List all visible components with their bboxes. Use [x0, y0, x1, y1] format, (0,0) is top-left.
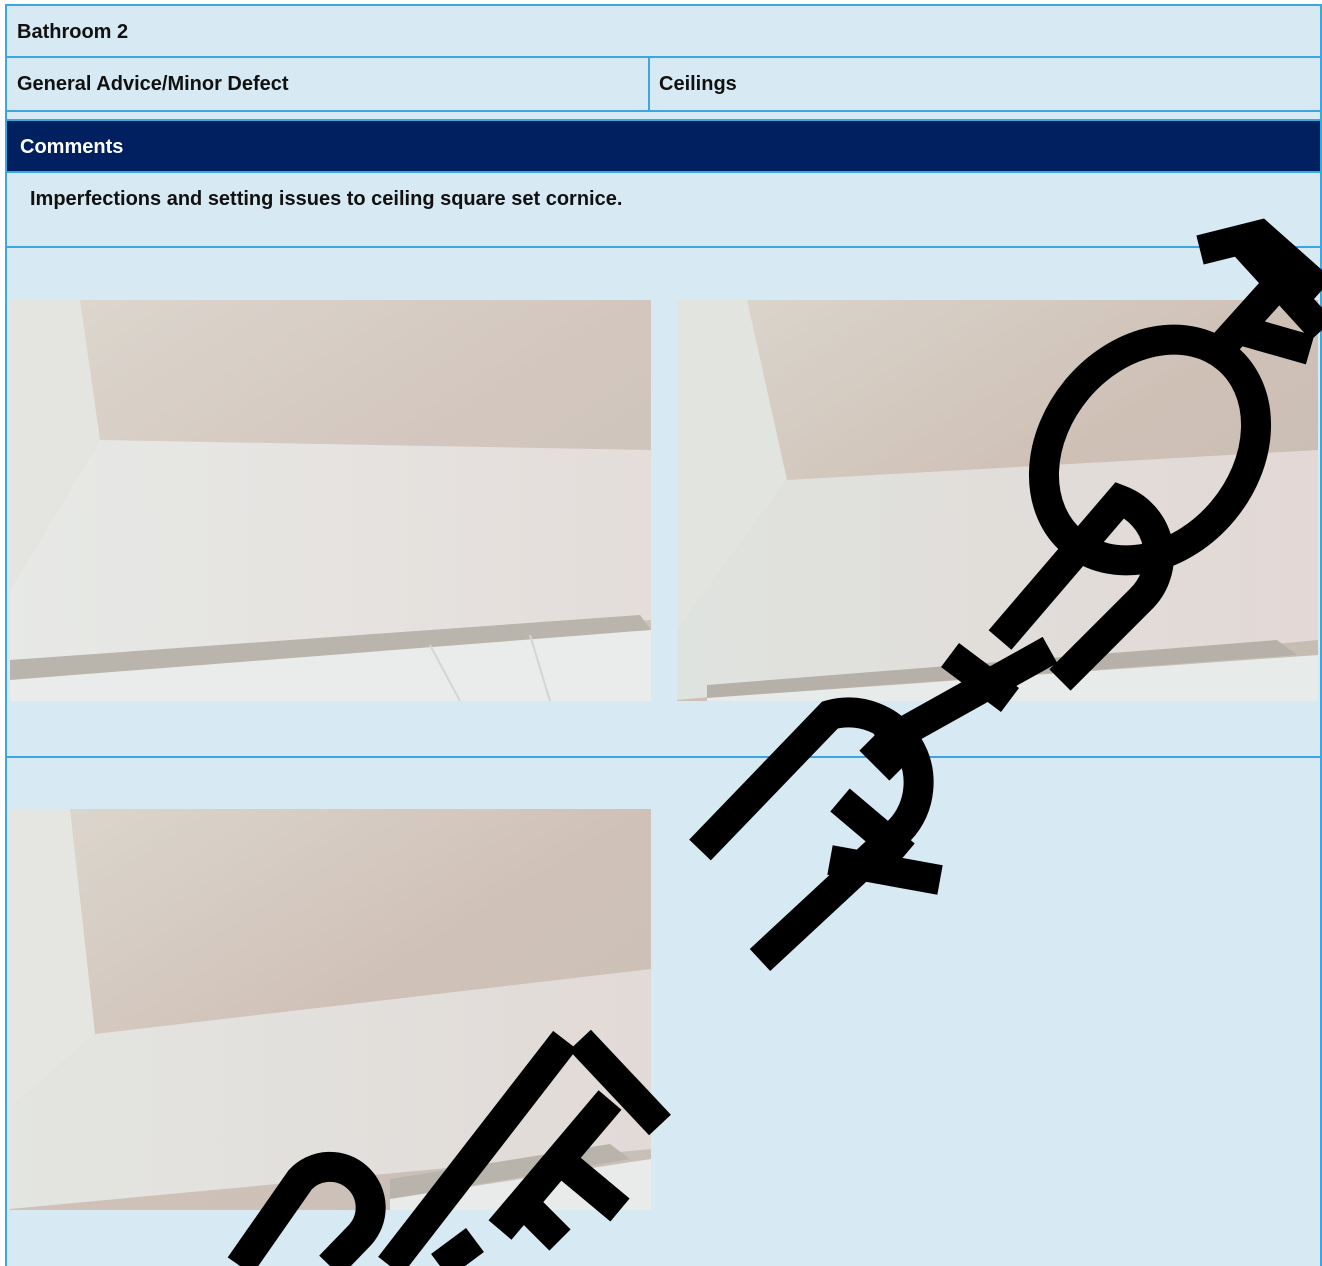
divider — [7, 56, 1320, 58]
comment-text: Imperfections and setting issues to ceil… — [30, 188, 623, 210]
divider — [7, 246, 1320, 248]
comments-heading: Comments — [20, 136, 124, 158]
divider — [7, 756, 1320, 758]
divider — [648, 58, 650, 112]
comments-header: Comments — [7, 119, 1320, 173]
ceiling-photo-2 — [677, 300, 1318, 701]
report-section: Bathroom 2 General Advice/Minor Defect C… — [5, 4, 1322, 1266]
ceiling-photo-3 — [10, 809, 651, 1210]
divider — [7, 110, 1320, 112]
inspection-area: Ceilings — [659, 73, 737, 95]
defect-category: General Advice/Minor Defect — [17, 73, 289, 95]
section-title: Bathroom 2 — [17, 21, 129, 43]
ceiling-photo-1 — [10, 300, 651, 701]
